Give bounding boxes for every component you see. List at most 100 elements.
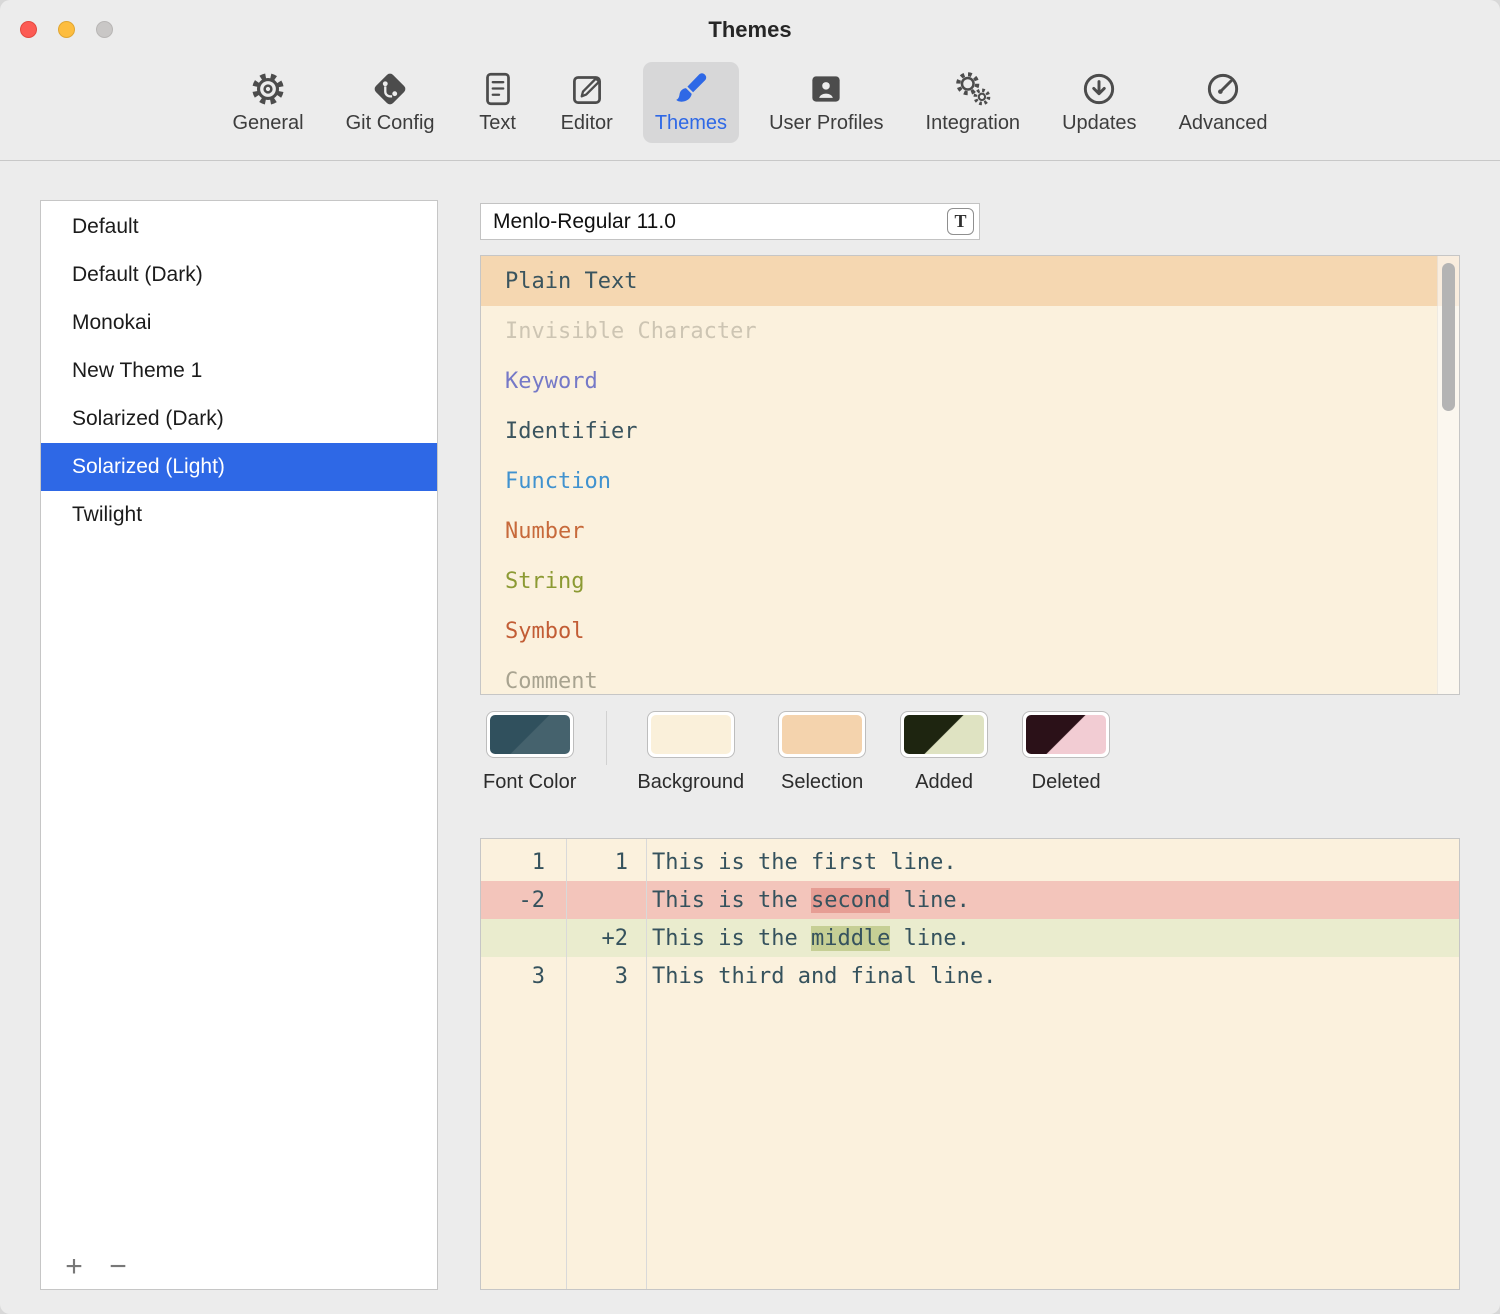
swatch-group-font-color: Font Color bbox=[483, 711, 576, 794]
theme-list-item-twilight[interactable]: Twilight bbox=[41, 491, 437, 539]
swatch-well-selection[interactable] bbox=[778, 711, 866, 758]
toolbar-item-label: User Profiles bbox=[769, 112, 883, 135]
swatch-group-added: Added bbox=[900, 711, 988, 794]
font-picker-button[interactable]: T bbox=[947, 208, 974, 235]
swatch-group-background: Background bbox=[637, 711, 744, 794]
diff-rows: 11This is the first line. -2 This is the s… bbox=[481, 839, 1459, 995]
style-row-identifier[interactable]: Identifier bbox=[481, 406, 1459, 456]
style-name: Plain Text bbox=[505, 269, 637, 294]
toolbar-item-label: Advanced bbox=[1179, 112, 1268, 135]
diff-word-highlight: second bbox=[811, 888, 890, 913]
toolbar-item-git-config[interactable]: Git Config bbox=[334, 62, 447, 143]
diff-text-segment: line. bbox=[890, 888, 969, 913]
scrollbar-thumb[interactable] bbox=[1442, 263, 1455, 411]
remove-theme-button[interactable]: − bbox=[99, 1251, 137, 1283]
paintbrush-icon bbox=[670, 68, 712, 110]
gear-icon bbox=[247, 68, 289, 110]
diff-text-segment: This third and final line. bbox=[652, 964, 996, 989]
style-row-symbol[interactable]: Symbol bbox=[481, 606, 1459, 656]
diff-row-context: 33This third and final line. bbox=[481, 957, 1459, 995]
style-row-string[interactable]: String bbox=[481, 556, 1459, 606]
swatch-fill bbox=[490, 715, 570, 754]
editor-pencil-icon bbox=[566, 68, 608, 110]
style-row-number[interactable]: Number bbox=[481, 506, 1459, 556]
swatch-well-background[interactable] bbox=[647, 711, 735, 758]
diff-text: This is the second line. bbox=[646, 888, 1459, 913]
toolbar-item-themes[interactable]: Themes bbox=[643, 62, 739, 143]
toolbar-item-integration[interactable]: Integration bbox=[914, 62, 1033, 143]
diff-row-context: 11This is the first line. bbox=[481, 843, 1459, 881]
toolbar-item-label: Editor bbox=[561, 112, 613, 135]
style-row-comment[interactable]: Comment bbox=[481, 656, 1459, 695]
theme-list: DefaultDefault (Dark)MonokaiNew Theme 1S… bbox=[41, 201, 437, 539]
swatch-well-added[interactable] bbox=[900, 711, 988, 758]
theme-list-item-monokai[interactable]: Monokai bbox=[41, 299, 437, 347]
swatch-fill bbox=[651, 715, 731, 754]
toolbar-item-label: Integration bbox=[926, 112, 1021, 135]
style-name: Keyword bbox=[505, 369, 598, 394]
swatch-fill bbox=[1026, 715, 1106, 754]
toolbar-item-label: Git Config bbox=[346, 112, 435, 135]
diff-old-line-number: 3 bbox=[481, 964, 566, 989]
toolbar-item-label: Text bbox=[479, 112, 516, 135]
swatch-well-deleted[interactable] bbox=[1022, 711, 1110, 758]
add-theme-button[interactable]: + bbox=[55, 1251, 93, 1283]
swatch-label: Font Color bbox=[483, 771, 576, 794]
scrollbar-track[interactable] bbox=[1437, 256, 1459, 694]
style-row-invisible-character[interactable]: Invisible Character bbox=[481, 306, 1459, 356]
download-circle-icon bbox=[1078, 68, 1120, 110]
user-card-icon bbox=[805, 68, 847, 110]
swatch-label: Selection bbox=[781, 771, 863, 794]
swatch-label: Background bbox=[637, 771, 744, 794]
style-row-function[interactable]: Function bbox=[481, 456, 1459, 506]
swatch-group-selection: Selection bbox=[778, 711, 866, 794]
theme-list-item-solarized-light[interactable]: Solarized (Light) bbox=[41, 443, 437, 491]
preferences-toolbar: General Git Config Text Editor Themes User Pr… bbox=[0, 60, 1500, 161]
swatch-well-font-color[interactable] bbox=[486, 711, 574, 758]
gutter-divider-1 bbox=[566, 839, 567, 1289]
diff-old-line-number: -2 bbox=[481, 888, 566, 913]
style-row-plain-text[interactable]: Plain Text bbox=[481, 256, 1459, 306]
toolbar-item-text[interactable]: Text bbox=[465, 62, 531, 143]
diff-row-deleted: -2 This is the second line. bbox=[481, 881, 1459, 919]
font-field[interactable]: Menlo-Regular 11.0 T bbox=[480, 203, 980, 240]
theme-list-item-default-dark[interactable]: Default (Dark) bbox=[41, 251, 437, 299]
gutter-divider-2 bbox=[646, 839, 647, 1289]
style-name: Comment bbox=[505, 669, 598, 694]
theme-list-item-default[interactable]: Default bbox=[41, 203, 437, 251]
theme-list-panel: DefaultDefault (Dark)MonokaiNew Theme 1S… bbox=[40, 200, 438, 1290]
swatch-group-deleted: Deleted bbox=[1022, 711, 1110, 794]
diff-new-line-number: +2 bbox=[566, 926, 646, 951]
style-rows: Plain Text Invisible Character Keyword Iden… bbox=[481, 256, 1459, 695]
diff-preview: 11This is the first line. -2 This is the s… bbox=[480, 838, 1460, 1290]
theme-list-actions: + − bbox=[55, 1251, 137, 1283]
swatch-divider bbox=[606, 711, 607, 765]
titlebar: Themes bbox=[0, 0, 1500, 60]
swatch-fill bbox=[904, 715, 984, 754]
toolbar-item-label: General bbox=[232, 112, 303, 135]
theme-list-item-solarized-dark[interactable]: Solarized (Dark) bbox=[41, 395, 437, 443]
diff-new-line-number: 1 bbox=[566, 850, 646, 875]
diff-text-segment: line. bbox=[890, 926, 969, 951]
advanced-dial-icon bbox=[1202, 68, 1244, 110]
toolbar-item-editor[interactable]: Editor bbox=[549, 62, 625, 143]
diff-row-added: +2This is the middle line. bbox=[481, 919, 1459, 957]
swatch-label: Deleted bbox=[1032, 771, 1101, 794]
content-area: DefaultDefault (Dark)MonokaiNew Theme 1S… bbox=[0, 161, 1500, 1314]
style-name: Invisible Character bbox=[505, 319, 757, 344]
style-row-keyword[interactable]: Keyword bbox=[481, 356, 1459, 406]
toolbar-item-general[interactable]: General bbox=[220, 62, 315, 143]
text-doc-icon bbox=[477, 68, 519, 110]
preferences-window: Themes General Git Config Text Editor Themes… bbox=[0, 0, 1500, 1314]
style-name: Number bbox=[505, 519, 584, 544]
toolbar-item-user-profiles[interactable]: User Profiles bbox=[757, 62, 895, 143]
toolbar-item-updates[interactable]: Updates bbox=[1050, 62, 1149, 143]
diff-new-line-number: 3 bbox=[566, 964, 646, 989]
swatch-label: Added bbox=[915, 771, 973, 794]
swatch-fill bbox=[782, 715, 862, 754]
gears-icon bbox=[952, 68, 994, 110]
theme-list-item-new-theme-1[interactable]: New Theme 1 bbox=[41, 347, 437, 395]
style-name: Symbol bbox=[505, 619, 584, 644]
style-name: Function bbox=[505, 469, 611, 494]
toolbar-item-advanced[interactable]: Advanced bbox=[1167, 62, 1280, 143]
